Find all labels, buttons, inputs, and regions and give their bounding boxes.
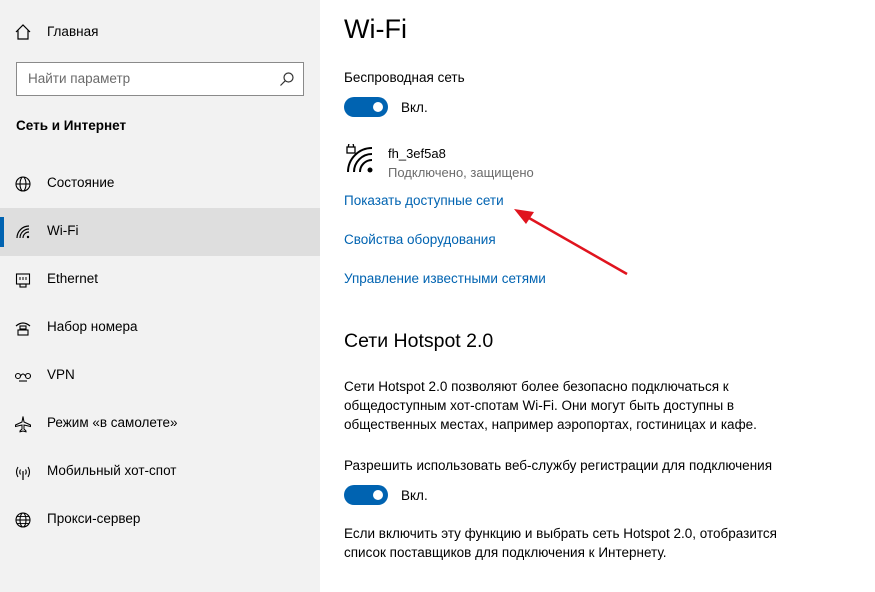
sidebar-item-label: Мобильный хот-спот [47,463,177,478]
toggle-knob [373,102,383,112]
hotspot-section-heading: Сети Hotspot 2.0 [344,330,494,352]
search-placeholder: Найти параметр [28,71,131,86]
airplane-icon [15,416,31,433]
wireless-network-label: Беспроводная сеть [344,70,465,85]
home-label: Главная [47,24,99,39]
sidebar-item-ethernet[interactable]: Ethernet [0,256,320,304]
hardware-properties-link[interactable]: Свойства оборудования [344,232,496,247]
active-indicator [0,217,4,247]
ethernet-icon [15,273,31,288]
sidebar-item-label: Прокси-сервер [47,511,141,526]
globe-icon [15,176,31,192]
secured-wifi-icon [346,144,373,173]
settings-search-input[interactable]: Найти параметр [16,62,304,96]
sidebar-item-dialup[interactable]: Набор номера [0,304,320,352]
toggle-knob [373,490,383,500]
sidebar-item-wifi[interactable]: Wi-Fi [0,208,320,256]
network-name[interactable]: fh_3ef5a8 [388,146,446,161]
sidebar-item-label: Режим «в самолете» [47,415,178,430]
sidebar-item-label: Wi-Fi [47,223,79,238]
wireless-toggle-label: Вкл. [401,100,428,115]
registration-toggle-label: Вкл. [401,488,428,503]
home-nav-item[interactable]: Главная [0,14,320,50]
sidebar-item-label: Состояние [47,175,115,190]
home-icon [15,24,31,40]
sidebar-item-status[interactable]: Состояние [0,160,320,208]
registration-toggle[interactable] [344,485,388,505]
page-title: Wi-Fi [344,14,407,44]
hotspot-icon [15,466,31,480]
sidebar-item-label: Набор номера [47,319,138,334]
main-content: Wi-Fi Беспроводная сеть Вкл. fh_3ef5a8 П… [320,0,875,592]
sidebar-item-proxy[interactable]: Прокси-сервер [0,496,320,544]
wireless-toggle[interactable] [344,97,388,117]
sidebar-section-title: Сеть и Интернет [16,118,127,133]
network-status: Подключено, защищено [388,165,534,180]
dialup-icon [15,322,31,336]
vpn-icon [14,372,32,382]
hotspot-description: Сети Hotspot 2.0 позволяют более безопас… [344,379,757,432]
manage-known-networks-link[interactable]: Управление известными сетями [344,271,546,286]
sidebar-item-vpn[interactable]: VPN [0,352,320,400]
sidebar-item-hotspot[interactable]: Мобильный хот-спот [0,448,320,496]
hotspot-footer-text: Если включить эту функцию и выбрать сеть… [344,526,777,560]
sidebar-item-label: Ethernet [47,271,99,286]
sidebar-item-airplane[interactable]: Режим «в самолете» [0,400,320,448]
search-icon[interactable] [279,71,295,87]
wifi-icon [16,225,30,239]
sidebar-item-label: VPN [47,367,75,382]
show-available-networks-link[interactable]: Показать доступные сети [344,193,504,208]
registration-label: Разрешить использовать веб-службу регист… [344,458,772,473]
proxy-globe-icon [15,512,31,528]
sidebar: Главная Найти параметр Сеть и Интернет С… [0,0,320,592]
